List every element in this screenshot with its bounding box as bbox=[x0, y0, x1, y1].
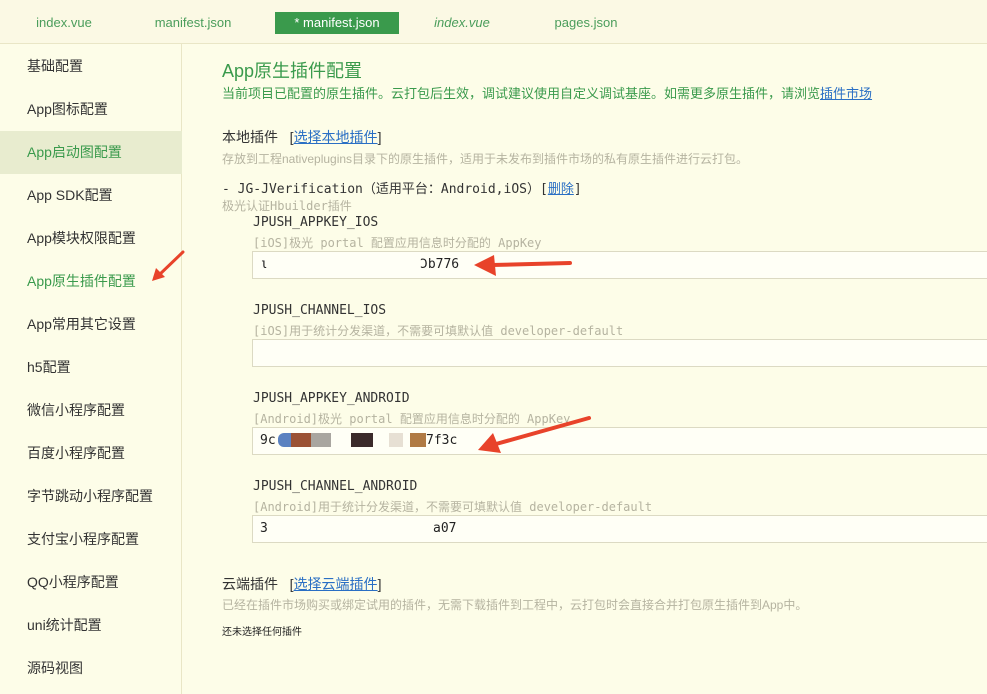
appkey-ios-value-end: Ͻb776 bbox=[420, 257, 460, 272]
redaction-block bbox=[410, 433, 426, 447]
local-plugins-title: 本地插件 bbox=[222, 129, 278, 145]
tab-manifest-json-active[interactable]: * manifest.json bbox=[275, 12, 399, 34]
page-title: App原生插件配置 bbox=[222, 61, 363, 81]
plugin-entry-name: - JG-JVerification（适用平台：Android,iOS）[ bbox=[222, 182, 548, 197]
main-panel: App原生插件配置 当前项目已配置的原生插件。云打包后生效，调试建议使用自定义调… bbox=[183, 44, 987, 694]
plugin-entry-jverification: - JG-JVerification（适用平台：Android,iOS）[删除] bbox=[222, 178, 582, 197]
appkey-ios-value-start: ι bbox=[260, 257, 268, 272]
local-plugins-heading: 本地插件 [选择本地插件] bbox=[222, 127, 381, 147]
cloud-plugins-description: 已经在插件市场购买或绑定试用的插件，无需下载插件到工程中，云打包时会直接合并打包… bbox=[222, 598, 808, 612]
sidebar-item-weixin-mp[interactable]: 微信小程序配置 bbox=[0, 389, 182, 432]
field-label-appkey-android: JPUSH_APPKEY_ANDROID bbox=[253, 391, 410, 406]
manifest-editor-window: index.vue manifest.json * manifest.json … bbox=[0, 0, 987, 694]
redaction-block bbox=[351, 433, 373, 447]
bracket-close: ] bbox=[377, 129, 382, 145]
appkey-android-value-start: 9c bbox=[260, 433, 276, 448]
tab-index-vue[interactable]: index.vue bbox=[20, 12, 108, 34]
cloud-plugins-heading: 云端插件 [选择云端插件] bbox=[222, 574, 381, 594]
select-local-plugin-link[interactable]: 选择本地插件 bbox=[294, 129, 378, 145]
channel-ios-input[interactable] bbox=[252, 339, 987, 367]
bracket-open: [ bbox=[281, 576, 294, 592]
field-label-appkey-ios: JPUSH_APPKEY_IOS bbox=[253, 215, 379, 230]
field-hint-channel-android: [Android]用于统计分发渠道，不需要可填默认值 developer-def… bbox=[253, 500, 653, 514]
sidebar-item-toutiao-mp[interactable]: 字节跳动小程序配置 bbox=[0, 475, 182, 518]
cloud-plugins-empty-note: 还未选择任何插件 bbox=[222, 627, 302, 638]
channel-android-value-start: 3 bbox=[260, 521, 268, 536]
sidebar-item-app-modules[interactable]: App模块权限配置 bbox=[0, 217, 182, 260]
tab-bar: index.vue manifest.json * manifest.json … bbox=[0, 0, 987, 44]
delete-plugin-link[interactable]: 删除 bbox=[548, 182, 574, 197]
channel-android-input[interactable]: 3 a07 bbox=[252, 515, 987, 543]
plugin-market-link[interactable]: 插件市场 bbox=[820, 86, 872, 101]
channel-android-value-end: a07 bbox=[433, 521, 457, 536]
sidebar-item-source-view[interactable]: 源码视图 bbox=[0, 647, 182, 690]
tab-manifest-json[interactable]: manifest.json bbox=[143, 12, 243, 34]
sidebar-item-uni-stat[interactable]: uni统计配置 bbox=[0, 604, 182, 647]
field-hint-channel-ios: [iOS]用于统计分发渠道，不需要可填默认值 developer-default bbox=[253, 324, 624, 338]
bracket-close: ] bbox=[377, 576, 382, 592]
tab-index-vue-preview[interactable]: index.vue bbox=[420, 12, 504, 34]
field-label-channel-ios: JPUSH_CHANNEL_IOS bbox=[253, 303, 387, 318]
plugin-entry-suffix: ] bbox=[573, 182, 582, 197]
sidebar-item-app-splash[interactable]: App启动图配置 bbox=[0, 131, 182, 174]
field-label-channel-android: JPUSH_CHANNEL_ANDROID bbox=[253, 479, 418, 494]
cloud-plugins-title: 云端插件 bbox=[222, 576, 278, 592]
sidebar-item-basic[interactable]: 基础配置 bbox=[0, 45, 182, 88]
redaction-block bbox=[278, 433, 292, 447]
tab-pages-json[interactable]: pages.json bbox=[540, 12, 632, 34]
sidebar-item-qq-mp[interactable]: QQ小程序配置 bbox=[0, 561, 182, 604]
bracket-open: [ bbox=[281, 129, 294, 145]
sidebar-item-app-icon[interactable]: App图标配置 bbox=[0, 88, 182, 131]
sidebar-item-app-native-plugins[interactable]: App原生插件配置 bbox=[0, 260, 182, 303]
sidebar-item-h5[interactable]: h5配置 bbox=[0, 346, 182, 389]
select-cloud-plugin-link[interactable]: 选择云端插件 bbox=[294, 576, 378, 592]
field-hint-appkey-android: [Android]极光 portal 配置应用信息时分配的 AppKey bbox=[253, 412, 571, 426]
redaction-block bbox=[291, 433, 311, 447]
page-description-text: 当前项目已配置的原生插件。云打包后生效，调试建议使用自定义调试基座。如需更多原生… bbox=[222, 86, 821, 101]
page-description: 当前项目已配置的原生插件。云打包后生效，调试建议使用自定义调试基座。如需更多原生… bbox=[222, 83, 872, 102]
sidebar: 基础配置 App图标配置 App启动图配置 App SDK配置 App模块权限配… bbox=[0, 44, 182, 694]
appkey-ios-input[interactable]: ι Ͻb776 bbox=[252, 251, 987, 279]
appkey-android-input[interactable]: 9c 7f3c bbox=[252, 427, 987, 455]
redaction-block bbox=[311, 433, 331, 447]
local-plugins-description: 存放到工程nativeplugins目录下的原生插件，适用于未发布到插件市场的私… bbox=[222, 152, 749, 166]
sidebar-item-alipay-mp[interactable]: 支付宝小程序配置 bbox=[0, 518, 182, 561]
sidebar-item-app-sdk[interactable]: App SDK配置 bbox=[0, 174, 182, 217]
appkey-android-value-end: 7f3c bbox=[426, 433, 458, 448]
sidebar-item-app-other[interactable]: App常用其它设置 bbox=[0, 303, 182, 346]
sidebar-item-baidu-mp[interactable]: 百度小程序配置 bbox=[0, 432, 182, 475]
field-hint-appkey-ios: [iOS]极光 portal 配置应用信息时分配的 AppKey bbox=[253, 236, 542, 250]
plugin-entry-description: 极光认证Hbuilder插件 bbox=[222, 199, 352, 213]
redaction-block bbox=[389, 433, 403, 447]
